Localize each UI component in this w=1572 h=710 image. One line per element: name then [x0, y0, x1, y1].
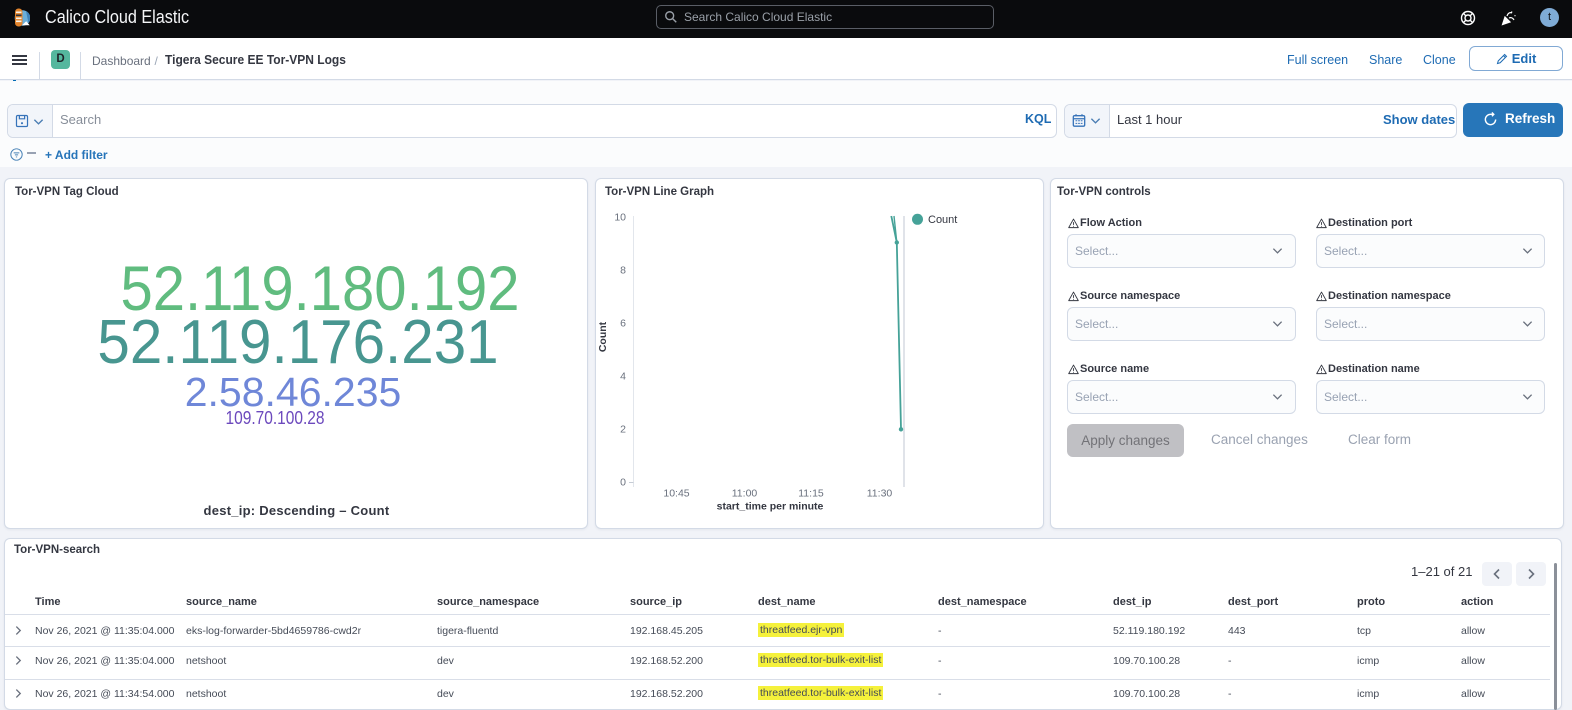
svg-text:0: 0: [620, 477, 626, 489]
svg-text:11:15: 11:15: [798, 488, 824, 500]
svg-text:start_time per minute: start_time per minute: [717, 501, 824, 513]
svg-text:11:30: 11:30: [867, 488, 893, 500]
svg-text:4: 4: [620, 371, 626, 383]
svg-text:10:45: 10:45: [663, 488, 689, 500]
svg-text:Count: Count: [928, 214, 957, 226]
svg-text:6: 6: [620, 318, 626, 330]
svg-text:11:00: 11:00: [732, 488, 758, 500]
svg-text:8: 8: [620, 265, 626, 277]
svg-text:2: 2: [620, 424, 626, 436]
svg-text:Count: Count: [597, 321, 609, 352]
svg-text:10: 10: [614, 212, 626, 224]
